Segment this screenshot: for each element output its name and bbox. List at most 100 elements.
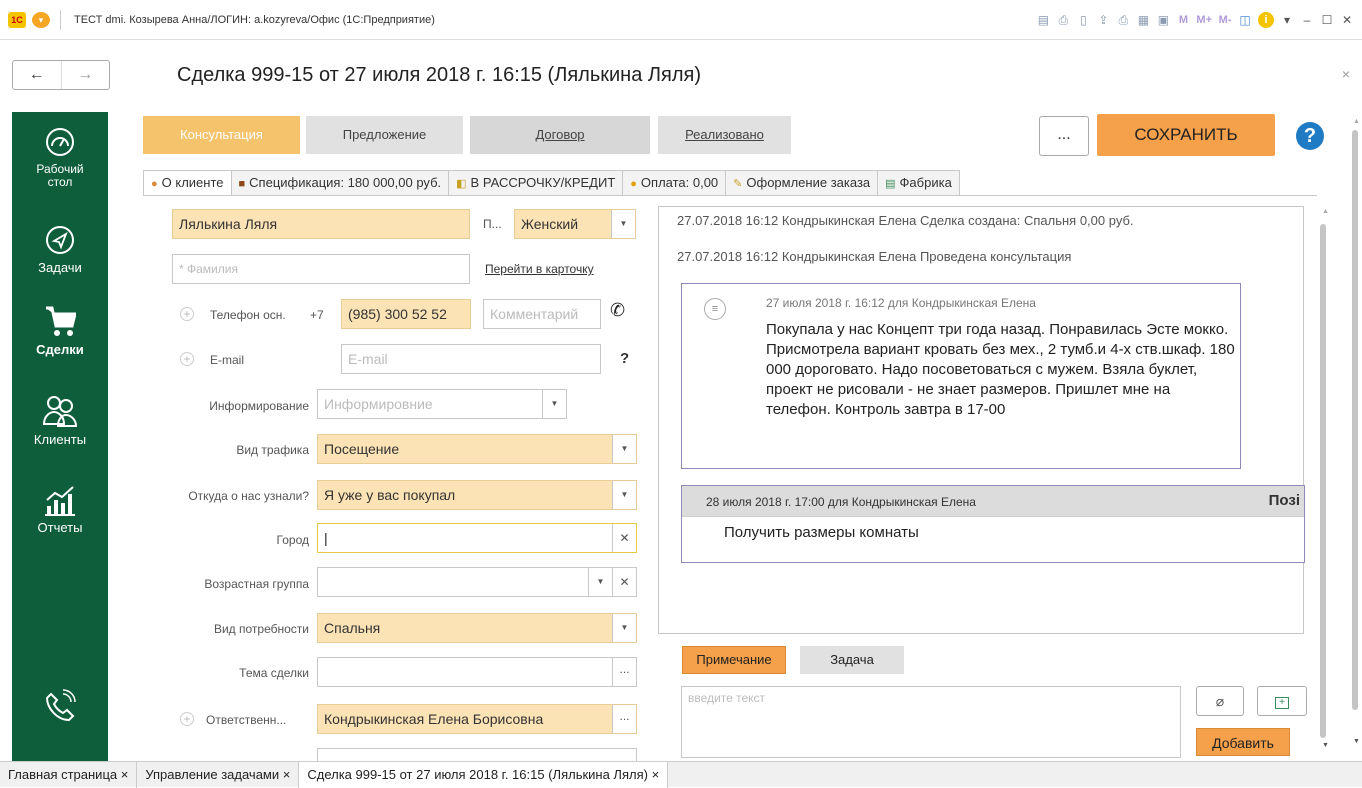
- maximize-icon[interactable]: ☐: [1320, 13, 1334, 27]
- sidebar-phone-button[interactable]: [12, 688, 108, 728]
- add-email-icon[interactable]: +: [180, 352, 194, 366]
- scroll-down-icon[interactable]: ▼: [1322, 742, 1329, 749]
- topic-field[interactable]: ...: [317, 657, 637, 687]
- save-icon[interactable]: ▤: [1036, 13, 1050, 27]
- chevron-down-icon[interactable]: ▼: [542, 390, 566, 418]
- tab-order[interactable]: ✎ Оформление заказа: [725, 170, 879, 196]
- outer-scroll-down-icon[interactable]: ▼: [1353, 738, 1360, 745]
- tab-credit[interactable]: ◧ В РАССРОЧКУ/КРЕДИТ: [448, 170, 624, 196]
- tab-task[interactable]: Задача: [800, 646, 904, 674]
- chevron-down-icon[interactable]: ▼: [588, 568, 612, 596]
- add-phone-icon[interactable]: +: [180, 307, 194, 321]
- outer-scroll-up-icon[interactable]: ▲: [1353, 118, 1360, 125]
- chevron-down-icon[interactable]: ▼: [612, 435, 636, 463]
- task-status: Позі: [1268, 492, 1300, 509]
- stage-proposal[interactable]: Предложение: [306, 116, 463, 154]
- open-card-link[interactable]: Перейти в карточку: [485, 262, 594, 276]
- app-logo: 1С: [8, 12, 26, 28]
- forward-button[interactable]: →: [60, 61, 110, 89]
- memory-minus-button[interactable]: M-: [1218, 14, 1232, 26]
- preview-icon[interactable]: ▯: [1076, 13, 1090, 27]
- responsible-field[interactable]: Кондрыкинская Елена Борисовна...: [317, 704, 637, 734]
- source-value: Я уже у вас покупал: [324, 487, 456, 503]
- print-icon[interactable]: ⎙: [1056, 13, 1070, 28]
- calendar-icon[interactable]: ▣: [1156, 13, 1170, 27]
- sidebar-item-label: Сделки: [36, 342, 84, 357]
- close-document-button[interactable]: ×: [1342, 66, 1350, 82]
- attach-button[interactable]: ⌀: [1196, 686, 1244, 716]
- titlebar-toolbar: ▤ ⎙ ▯ ⇪ ⎙ ▦ ▣ M M+ M- ◫ i ▾ – ☐ ✕: [1036, 10, 1354, 30]
- back-button[interactable]: ←: [13, 61, 61, 89]
- calculator-icon[interactable]: ▦: [1136, 13, 1150, 27]
- chevron-down-icon[interactable]: ▼: [612, 481, 636, 509]
- memory-m-button[interactable]: M: [1176, 14, 1190, 26]
- source-select[interactable]: Я уже у вас покупал ▼: [317, 480, 637, 510]
- sidebar-item-deals[interactable]: Сделки: [12, 304, 108, 357]
- window-tab-deal[interactable]: Сделка 999-15 от 27 июля 2018 г. 16:15 (…: [299, 762, 669, 788]
- clear-icon[interactable]: ✕: [612, 524, 636, 552]
- phone-field[interactable]: (985) 300 52 52: [341, 299, 471, 329]
- stage-realized[interactable]: Реализовано: [658, 116, 791, 154]
- chevron-down-icon[interactable]: ▼: [612, 614, 636, 642]
- select-more-icon[interactable]: ...: [612, 705, 636, 733]
- sidebar-item-desktop[interactable]: Рабочий стол: [12, 126, 108, 188]
- info-icon[interactable]: i: [1258, 12, 1274, 28]
- memory-plus-button[interactable]: M+: [1196, 14, 1212, 26]
- tab-note[interactable]: Примечание: [682, 646, 786, 674]
- age-select[interactable]: ▼ ✕: [317, 567, 637, 597]
- credit-icon: ◧: [456, 178, 467, 190]
- page-scrollbar[interactable]: [1352, 130, 1358, 710]
- select-more-icon[interactable]: ...: [612, 658, 636, 686]
- form-scrollbar[interactable]: [1320, 224, 1326, 738]
- tab-factory[interactable]: ▤ Фабрика: [877, 170, 960, 196]
- inform-select[interactable]: Информировние ▼: [317, 389, 567, 419]
- gender-label: П...: [483, 217, 502, 231]
- tab-payment[interactable]: ● Оплата: 0,00: [622, 170, 727, 196]
- insert-button[interactable]: +: [1257, 686, 1307, 716]
- clear-icon[interactable]: ✕: [612, 568, 636, 596]
- need-select[interactable]: Спальня ▼: [317, 613, 637, 643]
- main-menu-button[interactable]: ▾: [32, 12, 50, 28]
- traffic-select[interactable]: Посещение ▼: [317, 434, 637, 464]
- city-field[interactable]: | ✕: [317, 523, 637, 553]
- window-titlebar: 1С ▾ ТЕСТ dmi. Козырева Анна/ЛОГИН: a.ko…: [0, 0, 1362, 40]
- sidebar-item-tasks[interactable]: Задачи: [12, 224, 108, 275]
- name-field[interactable]: Лялькина Ляля: [172, 209, 470, 239]
- email-field[interactable]: E-mail: [341, 344, 601, 374]
- window-tab-tasks[interactable]: Управление задачами ×: [137, 762, 300, 788]
- note-card[interactable]: ≡ 27 июля 2018 г. 16:12 для Кондрыкинска…: [681, 283, 1241, 469]
- close-window-icon[interactable]: ✕: [1340, 13, 1354, 27]
- compose-input[interactable]: введите текст: [681, 686, 1181, 758]
- gender-select[interactable]: Женский ▼: [514, 209, 636, 239]
- task-card[interactable]: 28 июля 2018 г. 17:00 для Кондрыкинская …: [681, 485, 1305, 563]
- next-field[interactable]: [317, 748, 637, 762]
- print2-icon[interactable]: ⎙: [1116, 13, 1130, 28]
- sidebar-item-clients[interactable]: Клиенты: [12, 394, 108, 447]
- gender-value: Женский: [521, 216, 579, 232]
- email-help-icon[interactable]: ?: [620, 350, 629, 367]
- add-button[interactable]: Добавить: [1196, 728, 1290, 756]
- help-button[interactable]: ?: [1296, 122, 1324, 150]
- sidebar-item-reports[interactable]: Отчеты: [12, 484, 108, 535]
- save-button[interactable]: СОХРАНИТЬ: [1097, 114, 1275, 156]
- scroll-up-icon[interactable]: ▲: [1322, 208, 1329, 215]
- add-responsible-icon[interactable]: +: [180, 712, 194, 726]
- chevron-down-icon[interactable]: ▼: [611, 210, 635, 238]
- call-icon[interactable]: ✆: [610, 300, 625, 321]
- chevron-down-icon[interactable]: ▾: [1280, 13, 1294, 27]
- note-header: 27 июля 2018 г. 16:12 для Кондрыкинская …: [766, 296, 1036, 310]
- tab-specification[interactable]: ■ Спецификация: 180 000,00 руб.: [230, 170, 450, 196]
- surname-field[interactable]: * Фамилия: [172, 254, 470, 284]
- tabs-divider: [143, 195, 1317, 196]
- task-body: Получить размеры комнаты: [682, 516, 1304, 550]
- stage-contract[interactable]: Договор: [470, 116, 650, 154]
- tab-about-client[interactable]: ● О клиенте: [143, 170, 232, 196]
- comment-field[interactable]: Комментарий: [483, 299, 601, 329]
- more-actions-button[interactable]: ...: [1039, 116, 1089, 156]
- stage-consultation[interactable]: Консультация: [143, 116, 300, 154]
- minimize-icon[interactable]: –: [1300, 13, 1314, 27]
- tab-label: Фабрика: [899, 175, 952, 190]
- upload-icon[interactable]: ⇪: [1096, 13, 1110, 27]
- window-layout-icon[interactable]: ◫: [1238, 13, 1252, 27]
- window-tab-home[interactable]: Главная страница ×: [0, 762, 138, 788]
